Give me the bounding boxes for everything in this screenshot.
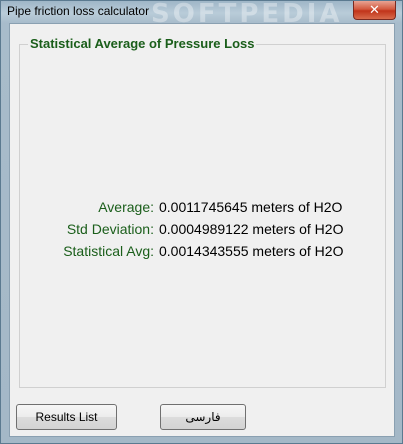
window-title: Pipe friction loss calculator <box>7 4 150 18</box>
std-deviation-value: 0.0004989122 meters of H2O <box>159 221 344 237</box>
farsi-button[interactable]: فارسی <box>160 404 246 430</box>
app-window: Pipe friction loss calculator SOFTPEDIA … <box>0 0 403 444</box>
average-row: Average: 0.0011745645 meters of H2O <box>20 199 387 219</box>
client-area: Statistical Average of Pressure Loss Ave… <box>9 23 395 437</box>
group-title: Statistical Average of Pressure Loss <box>28 36 257 51</box>
title-bar: Pipe friction loss calculator SOFTPEDIA … <box>1 0 402 29</box>
statistical-avg-row: Statistical Avg: 0.0014343555 meters of … <box>20 243 387 263</box>
close-icon: ✕ <box>369 2 380 17</box>
statistical-avg-label: Statistical Avg: <box>63 243 154 259</box>
std-deviation-row: Std Deviation: 0.0004989122 meters of H2… <box>20 221 387 241</box>
std-deviation-label: Std Deviation: <box>66 221 154 237</box>
results-list-button[interactable]: Results List <box>16 404 117 430</box>
statistical-avg-value: 0.0014343555 meters of H2O <box>159 243 344 259</box>
average-label: Average: <box>98 199 154 215</box>
average-value: 0.0011745645 meters of H2O <box>159 199 343 215</box>
pressure-loss-group: Statistical Average of Pressure Loss Ave… <box>19 36 387 388</box>
close-button[interactable]: ✕ <box>353 1 396 20</box>
